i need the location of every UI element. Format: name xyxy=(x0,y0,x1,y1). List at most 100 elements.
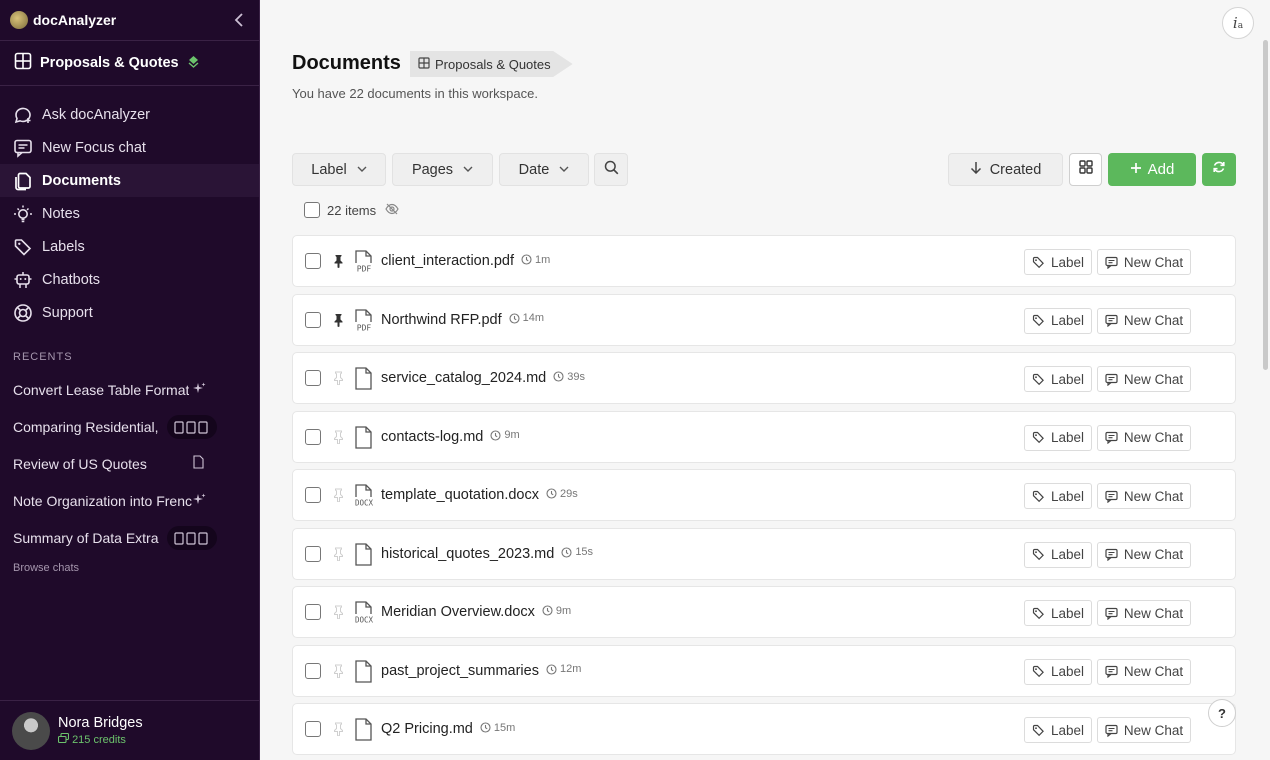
new-chat-button-text: New Chat xyxy=(1123,605,1184,621)
document-row[interactable]: PDF client_interaction.pdf 1m Label New C… xyxy=(292,235,1236,287)
pin-icon[interactable] xyxy=(331,370,345,386)
scrollbar[interactable] xyxy=(1263,40,1268,370)
new-chat-button[interactable]: New Chat xyxy=(1097,717,1191,743)
new-chat-button[interactable]: New Chat xyxy=(1097,249,1191,275)
file-name[interactable]: service_catalog_2024.md xyxy=(381,370,546,386)
nav-support[interactable]: Support xyxy=(0,296,259,329)
label-button[interactable]: Label xyxy=(1024,658,1092,685)
nav-documents[interactable]: Documents xyxy=(0,164,259,197)
tag-icon xyxy=(1032,665,1044,678)
nav-new-focus-chat[interactable]: New Focus chat xyxy=(0,131,259,164)
label-button[interactable]: Label xyxy=(1024,366,1092,392)
nav-ask-docanalyzer[interactable]: Ask docAnalyzer xyxy=(0,98,259,131)
filter-label: Label xyxy=(311,161,347,178)
clock-icon xyxy=(561,546,572,558)
recent-chat[interactable]: Review of US Quotes xyxy=(0,445,259,482)
file-name[interactable]: client_interaction.pdf xyxy=(381,253,514,269)
file-name[interactable]: Q2 Pricing.md xyxy=(381,721,473,737)
workspace-selector[interactable]: Proposals & Quotes xyxy=(0,41,259,86)
document-row[interactable]: DOCX Meridian Overview.docx 9m Label New … xyxy=(292,586,1236,638)
row-checkbox[interactable] xyxy=(305,662,321,679)
label-button[interactable]: Label xyxy=(1024,424,1092,451)
row-checkbox[interactable] xyxy=(305,253,321,269)
grid-view-button[interactable] xyxy=(1069,153,1102,186)
row-checkbox[interactable] xyxy=(305,428,321,445)
document-row[interactable]: past_project_summaries 12m Label New Chat xyxy=(292,644,1236,697)
new-chat-button[interactable]: New Chat xyxy=(1097,541,1191,568)
row-checkbox[interactable] xyxy=(305,487,321,503)
browse-chats-link[interactable]: Browse chats xyxy=(0,556,259,580)
row-checkbox[interactable] xyxy=(305,604,321,620)
file-name[interactable]: contacts-log.md xyxy=(381,429,483,445)
info-button[interactable]: ia xyxy=(1222,7,1254,39)
document-row[interactable]: contacts-log.md 9m Label New Chat xyxy=(292,410,1236,463)
select-all-checkbox[interactable] xyxy=(304,202,320,218)
file-name[interactable]: template_quotation.docx xyxy=(381,487,539,503)
filter-label: Date xyxy=(518,161,550,178)
pinned-icon[interactable] xyxy=(331,312,345,328)
pin-icon[interactable] xyxy=(331,429,345,445)
document-row[interactable]: Q2 Pricing.md 15m Label New Chat xyxy=(292,703,1236,755)
recent-chat[interactable]: Comparing Residential, xyxy=(0,408,259,445)
add-document-button[interactable]: Add xyxy=(1108,153,1196,186)
eye-off-icon[interactable] xyxy=(385,203,399,218)
pinned-icon[interactable] xyxy=(331,253,345,269)
svg-text:DOCX: DOCX xyxy=(355,616,374,625)
arrow-down-icon xyxy=(970,161,982,178)
recent-chat[interactable]: Convert Lease Table Format xyxy=(0,371,259,408)
search-button[interactable] xyxy=(594,153,628,186)
pin-icon[interactable] xyxy=(331,721,345,737)
file-time-label: 29s xyxy=(560,487,578,500)
sidebar-nav: Ask docAnalyzer New Focus chat Documents… xyxy=(0,86,259,329)
document-row[interactable]: DOCX template_quotation.docx 29s Label Ne… xyxy=(292,469,1236,521)
pin-icon[interactable] xyxy=(331,663,345,679)
row-checkbox[interactable] xyxy=(305,545,321,562)
row-checkbox[interactable] xyxy=(305,721,321,737)
search-icon xyxy=(604,160,619,179)
pin-icon[interactable] xyxy=(331,604,345,620)
user-profile[interactable]: Nora Bridges 215 credits xyxy=(0,700,259,760)
document-row[interactable]: service_catalog_2024.md 39s Label New Cha… xyxy=(292,352,1236,404)
label-button[interactable]: Label xyxy=(1024,483,1092,509)
label-button[interactable]: Label xyxy=(1024,307,1092,334)
chevron-down-icon xyxy=(357,164,367,175)
new-chat-button[interactable]: New Chat xyxy=(1097,424,1191,451)
sort-created-button[interactable]: Created xyxy=(948,153,1063,186)
document-row[interactable]: historical_quotes_2023.md 15s Label New C… xyxy=(292,527,1236,580)
recent-chat[interactable]: Note Organization into Frenc xyxy=(0,482,259,519)
label-button[interactable]: Label xyxy=(1024,717,1092,743)
add-label: Add xyxy=(1147,161,1175,178)
label-button[interactable]: Label xyxy=(1024,249,1092,275)
nav-labels[interactable]: Labels xyxy=(0,230,259,263)
page-title: Documents xyxy=(292,52,401,74)
date-filter-dropdown[interactable]: Date xyxy=(499,153,589,186)
collapse-sidebar-icon[interactable] xyxy=(229,10,249,30)
file-name[interactable]: historical_quotes_2023.md xyxy=(381,546,554,562)
label-button[interactable]: Label xyxy=(1024,600,1092,626)
nav-chatbots[interactable]: Chatbots xyxy=(0,263,259,296)
new-chat-button[interactable]: New Chat xyxy=(1097,307,1191,334)
svg-text:DOCX: DOCX xyxy=(355,499,374,508)
recent-chat[interactable]: Summary of Data Extra xyxy=(0,519,259,556)
new-chat-button-text: New Chat xyxy=(1123,547,1184,562)
file-name[interactable]: past_project_summaries xyxy=(381,663,539,679)
new-chat-button[interactable]: New Chat xyxy=(1097,600,1191,626)
label-filter-dropdown[interactable]: Label xyxy=(292,153,386,186)
row-checkbox[interactable] xyxy=(305,370,321,386)
pin-icon[interactable] xyxy=(331,546,345,562)
nav-notes[interactable]: Notes xyxy=(0,197,259,230)
pages-filter-dropdown[interactable]: Pages xyxy=(392,153,493,186)
refresh-button[interactable] xyxy=(1202,153,1236,186)
label-button[interactable]: Label xyxy=(1024,541,1092,568)
file-name[interactable]: Meridian Overview.docx xyxy=(381,604,535,620)
document-row[interactable]: PDF Northwind RFP.pdf 14m Label New Chat xyxy=(292,293,1236,346)
user-credits: 215 credits xyxy=(57,732,143,746)
new-chat-icon xyxy=(1105,373,1118,386)
help-button[interactable]: ? xyxy=(1208,699,1236,727)
new-chat-button[interactable]: New Chat xyxy=(1097,658,1191,685)
new-chat-button[interactable]: New Chat xyxy=(1097,483,1191,509)
row-checkbox[interactable] xyxy=(305,311,321,328)
new-chat-button[interactable]: New Chat xyxy=(1097,366,1191,392)
file-name[interactable]: Northwind RFP.pdf xyxy=(381,312,502,328)
pin-icon[interactable] xyxy=(331,487,345,503)
